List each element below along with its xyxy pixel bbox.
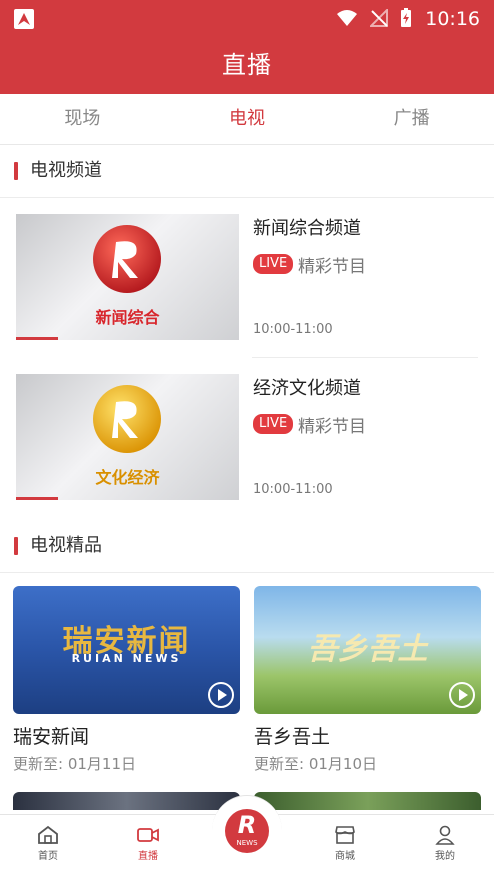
news-logo-icon: R NEWS xyxy=(225,809,269,853)
tab-bar: 现场 电视 广播 xyxy=(0,94,494,145)
battery-charging-icon xyxy=(401,8,411,27)
nav-live-label: 直播 xyxy=(138,851,158,862)
nav-me[interactable]: 我的 xyxy=(410,825,480,862)
program-cover[interactable]: 瑞安新闻 RUIAN NEWS xyxy=(13,586,240,714)
bottom-nav: 首页 直播 R NEWS 商城 我的 xyxy=(0,795,494,879)
channel-logo-text: 新闻综合 xyxy=(95,308,160,327)
play-icon[interactable] xyxy=(449,682,475,708)
program-title: 瑞安新闻 xyxy=(13,726,90,748)
section-marker xyxy=(14,162,18,180)
center-news-button[interactable]: R NEWS xyxy=(212,795,282,866)
program-updated: 更新至: 01月11日 xyxy=(13,755,136,773)
cover-subtitle-art: RUIAN NEWS xyxy=(71,652,182,665)
program-card-ruian-news[interactable]: 瑞安新闻 RUIAN NEWS 瑞安新闻 更新至: 01月11日 xyxy=(13,586,240,774)
section-marker xyxy=(14,537,18,555)
section-title: 电视频道 xyxy=(30,160,102,181)
store-icon xyxy=(335,826,355,844)
play-icon[interactable] xyxy=(208,682,234,708)
news-logo-letter: R xyxy=(237,811,257,839)
channel-item-news[interactable]: 新闻综合 新闻综合频道 LIVE 精彩节目 10:00-11:00 xyxy=(0,198,494,358)
nav-mall[interactable]: 商城 xyxy=(310,825,380,862)
channel-name: 经济文化频道 xyxy=(253,378,361,399)
program-name: 精彩节目 xyxy=(298,257,366,277)
nav-me-label: 我的 xyxy=(435,851,455,862)
program-card-peek[interactable] xyxy=(254,792,481,810)
channel-thumbnail[interactable]: 新闻综合 xyxy=(16,214,239,340)
program-card-peek[interactable] xyxy=(13,792,240,810)
clock: 10:16 xyxy=(425,8,480,30)
video-camera-icon xyxy=(137,828,159,842)
cover-title-art: 吾乡吾土 xyxy=(307,632,428,667)
app-notification-icon xyxy=(14,9,34,29)
progress-indicator xyxy=(16,337,58,340)
economy-channel-logo-icon xyxy=(93,385,161,453)
live-badge: LIVE xyxy=(253,254,294,274)
program-time: 10:00-11:00 xyxy=(253,322,333,337)
channel-name: 新闻综合频道 xyxy=(253,218,361,239)
nav-mall-label: 商城 xyxy=(335,851,355,862)
home-icon xyxy=(38,825,58,844)
program-time: 10:00-11:00 xyxy=(253,482,333,497)
progress-indicator xyxy=(16,497,58,500)
channel-logo-text: 文化经济 xyxy=(95,468,160,487)
channel-item-economy[interactable]: 文化经济 经济文化频道 LIVE 精彩节目 10:00-11:00 xyxy=(0,358,494,518)
user-icon xyxy=(435,825,455,845)
program-updated: 更新至: 01月10日 xyxy=(254,755,377,773)
wifi-icon xyxy=(337,10,357,26)
tab-scene[interactable]: 现场 xyxy=(0,94,165,144)
nav-home[interactable]: 首页 xyxy=(13,825,83,862)
section-header-tv-picks: 电视精品 xyxy=(0,520,494,573)
tab-tv[interactable]: 电视 xyxy=(165,94,330,144)
nav-live[interactable]: 直播 xyxy=(113,825,183,862)
section-title: 电视精品 xyxy=(30,535,102,556)
status-bar: 10:16 xyxy=(0,0,494,36)
news-logo-caption: NEWS xyxy=(236,839,258,847)
nav-home-label: 首页 xyxy=(38,851,58,862)
program-title: 吾乡吾土 xyxy=(254,726,331,748)
program-name: 精彩节目 xyxy=(298,417,366,437)
section-header-tv-channels: 电视频道 xyxy=(0,145,494,198)
page-title: 直播 xyxy=(0,36,494,94)
no-signal-icon xyxy=(370,9,388,27)
program-cover[interactable]: 吾乡吾土 xyxy=(254,586,481,714)
tab-radio[interactable]: 广播 xyxy=(329,94,494,144)
channel-thumbnail[interactable]: 文化经济 xyxy=(16,374,239,500)
news-channel-logo-icon xyxy=(93,225,161,293)
status-icons xyxy=(336,8,412,28)
live-badge: LIVE xyxy=(253,414,294,434)
program-card-hometown[interactable]: 吾乡吾土 吾乡吾土 更新至: 01月10日 xyxy=(254,586,481,774)
